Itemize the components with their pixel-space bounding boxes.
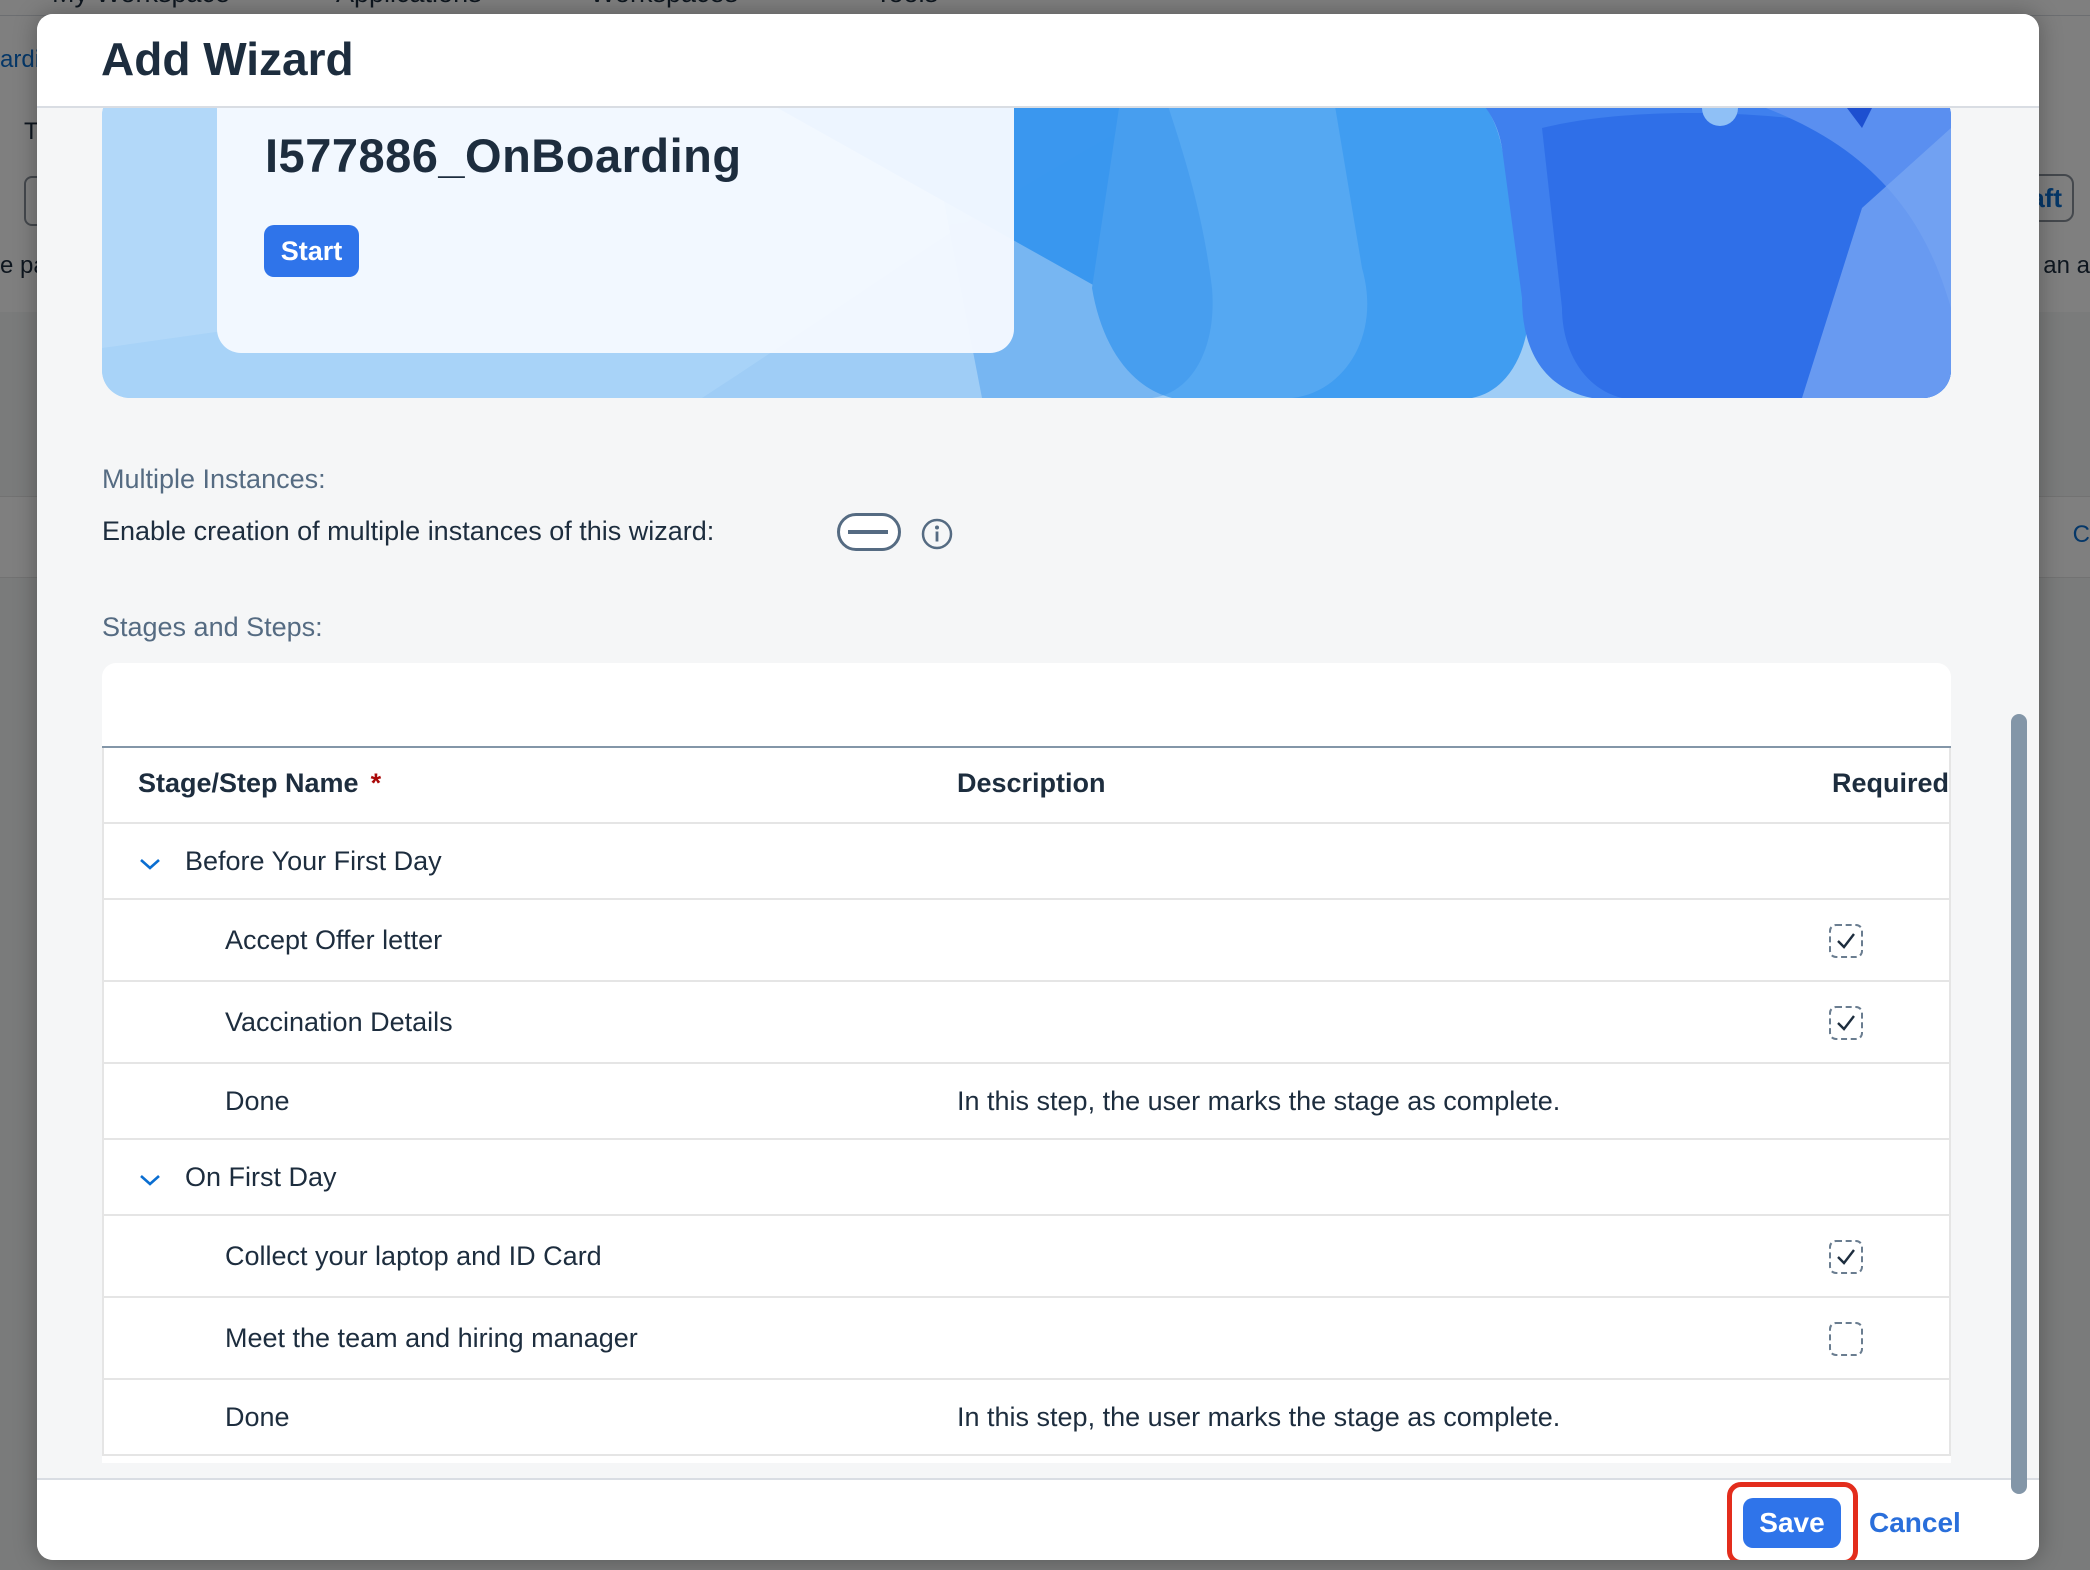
required-checkbox[interactable] xyxy=(1829,1006,1863,1040)
stage-name: On First Day xyxy=(185,1162,337,1192)
stage-row[interactable]: Before Your First Day xyxy=(102,824,1951,900)
checkmark-icon xyxy=(1837,1249,1855,1265)
step-name: Meet the team and hiring manager xyxy=(225,1323,638,1353)
column-header-name-label: Stage/Step Name xyxy=(138,768,359,798)
step-description: In this step, the user marks the stage a… xyxy=(957,1086,1561,1116)
wizard-name: I577886_OnBoarding xyxy=(265,129,742,182)
step-row[interactable]: Meet the team and hiring manager xyxy=(102,1298,1951,1380)
wizard-banner: I577886_OnBoarding Start xyxy=(102,108,1951,398)
required-checkbox[interactable] xyxy=(1829,1322,1863,1356)
multiple-instances-toggle-label: Enable creation of multiple instances of… xyxy=(102,516,715,546)
required-checkbox[interactable] xyxy=(1829,1240,1863,1274)
column-header-name: Stage/Step Name * xyxy=(138,768,381,799)
cancel-button[interactable]: Cancel xyxy=(1869,1498,1961,1548)
step-name: Accept Offer letter xyxy=(225,925,443,955)
table-toolbar xyxy=(102,663,1951,748)
table-header-row: Stage/Step Name * Description Required xyxy=(102,748,1951,824)
start-button[interactable]: Start xyxy=(264,225,359,277)
dialog-scrollbar[interactable] xyxy=(2011,714,2027,1494)
required-marker: * xyxy=(370,768,382,798)
step-name: Collect your laptop and ID Card xyxy=(225,1241,602,1271)
multiple-instances-switch[interactable] xyxy=(837,513,901,551)
stage-row[interactable]: On First Day xyxy=(102,1140,1951,1216)
stages-table: Stage/Step Name * Description Required Be… xyxy=(102,663,1951,1463)
multiple-instances-label: Multiple Instances: xyxy=(102,464,326,494)
step-row[interactable]: Done In this step, the user marks the st… xyxy=(102,1380,1951,1456)
step-name: Done xyxy=(225,1086,290,1116)
dialog-header: Add Wizard xyxy=(37,14,2039,108)
step-name: Done xyxy=(225,1402,290,1432)
checkmark-icon xyxy=(1837,933,1855,949)
column-header-required: Required xyxy=(1832,768,1950,798)
info-icon[interactable] xyxy=(921,518,953,550)
wizard-card: I577886_OnBoarding Start xyxy=(217,108,1014,353)
stage-name: Before Your First Day xyxy=(185,846,442,876)
save-button[interactable]: Save xyxy=(1743,1498,1841,1548)
step-row[interactable]: Vaccination Details xyxy=(102,982,1951,1064)
switch-off-indicator xyxy=(848,530,888,534)
step-row[interactable]: Done In this step, the user marks the st… xyxy=(102,1064,1951,1140)
step-description: In this step, the user marks the stage a… xyxy=(957,1402,1561,1432)
dialog-footer: Save Cancel xyxy=(37,1478,2039,1560)
step-row[interactable]: Collect your laptop and ID Card xyxy=(102,1216,1951,1298)
step-name: Vaccination Details xyxy=(225,1007,453,1037)
required-checkbox[interactable] xyxy=(1829,924,1863,958)
chevron-down-icon[interactable] xyxy=(138,856,162,872)
step-row[interactable]: Accept Offer letter xyxy=(102,900,1951,982)
add-wizard-dialog: Add Wizard I577886_OnBoarding Start Mult… xyxy=(37,14,2039,1560)
stages-and-steps-label: Stages and Steps: xyxy=(102,612,323,642)
dialog-content: I577886_OnBoarding Start Multiple Instan… xyxy=(37,108,2039,1478)
chevron-down-icon[interactable] xyxy=(138,1172,162,1188)
column-header-description: Description xyxy=(957,768,1106,798)
dialog-title: Add Wizard xyxy=(101,33,354,85)
checkmark-icon xyxy=(1837,1015,1855,1031)
